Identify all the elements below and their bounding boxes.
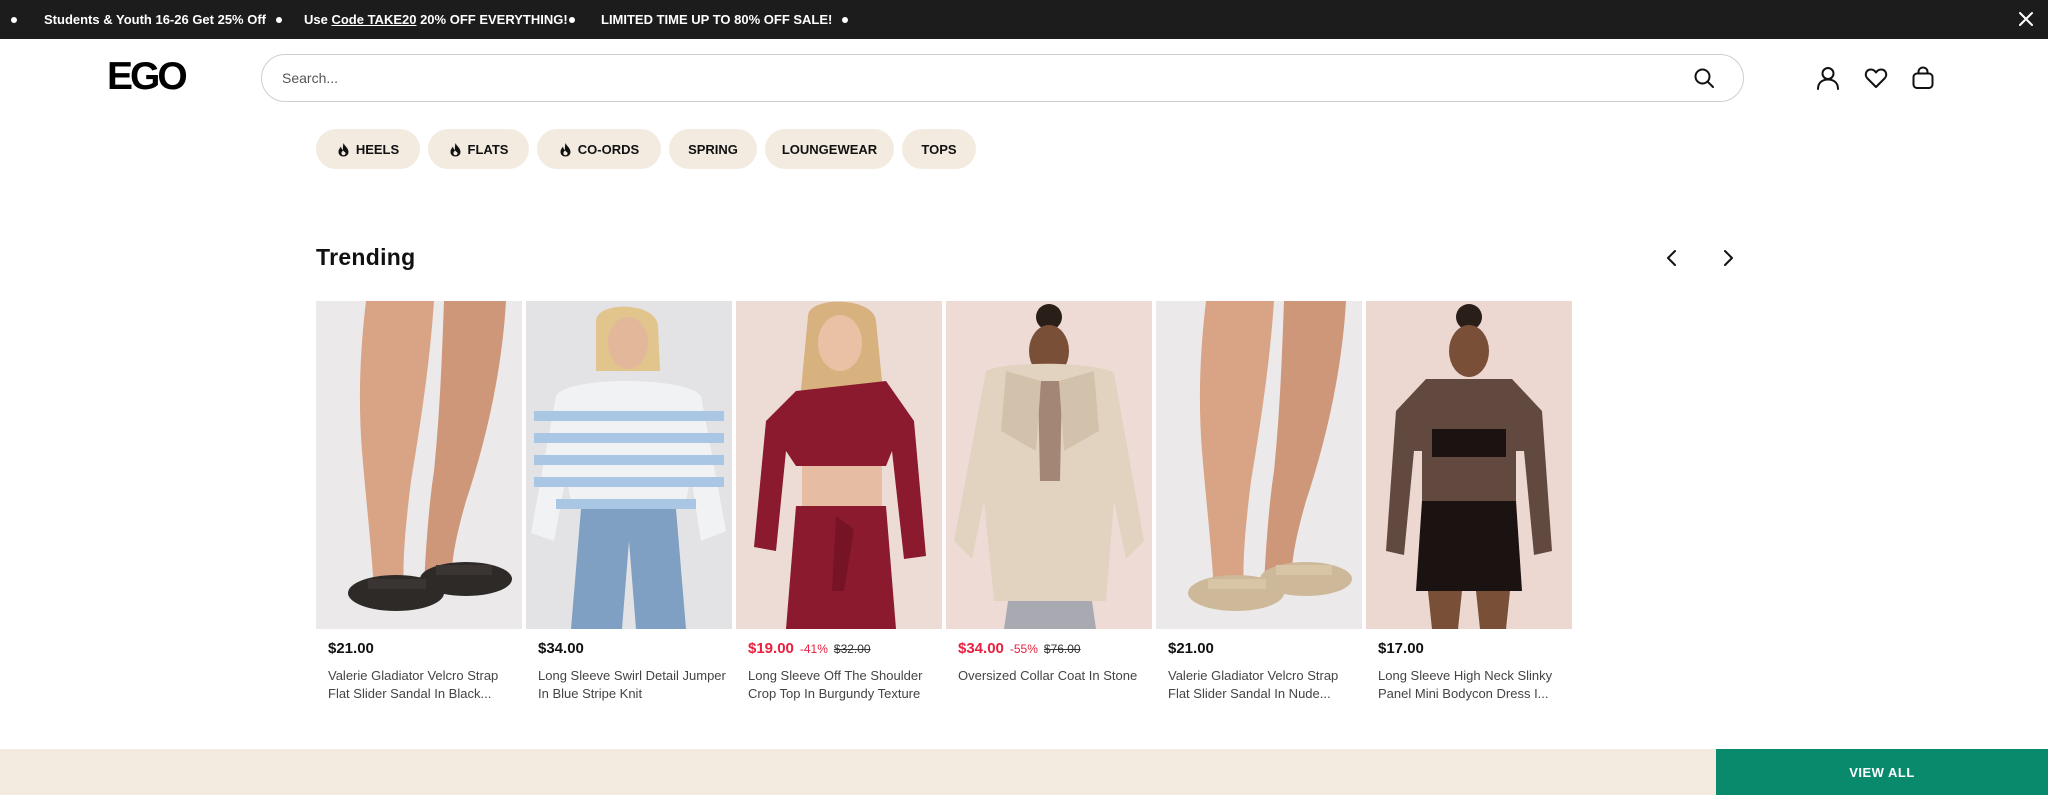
bullet-dot — [569, 17, 575, 23]
product-name[interactable]: Long Sleeve Swirl Detail Jumper In Blue … — [538, 667, 728, 703]
original-price: $76.00 — [1043, 642, 1081, 656]
blue-stripe-jumper-image — [526, 301, 732, 629]
product-card[interactable]: $19.00 -41% $32.00 Long Sleeve Off The S… — [736, 301, 942, 711]
account-icon[interactable] — [1815, 65, 1841, 91]
stone-faux-fur-coat-image — [946, 301, 1152, 629]
announcement-bar: Students & Youth 16-26 Get 25% Off Use C… — [0, 0, 2048, 39]
burgundy-crop-top-image — [736, 301, 942, 629]
view-all-button[interactable]: VIEW ALL — [1716, 749, 2048, 795]
bag-icon[interactable] — [1910, 65, 1936, 91]
product-name[interactable]: Long Sleeve Off The Shoulder Crop Top In… — [748, 667, 938, 703]
section-title-trending: Trending — [316, 244, 416, 270]
flame-icon — [450, 142, 461, 156]
category-pill-tops[interactable]: TOPS — [902, 129, 976, 169]
category-pill-label: HEELS — [355, 141, 400, 157]
flame-icon — [560, 142, 571, 156]
category-pill-label: TOPS — [921, 141, 957, 157]
product-image[interactable] — [526, 301, 732, 629]
category-pill-spring[interactable]: SPRING — [669, 129, 757, 169]
announcement-message[interactable]: Use Code TAKE20 20% OFF EVERYTHING! — [304, 0, 568, 39]
product-price: $34.00 — [538, 640, 584, 657]
product-name[interactable]: Oversized Collar Coat In Stone — [958, 667, 1148, 685]
bullet-dot — [842, 17, 848, 23]
product-card[interactable]: $34.00 Long Sleeve Swirl Detail Jumper I… — [526, 301, 732, 711]
discount-badge: -55% — [1009, 642, 1038, 656]
product-card[interactable]: $21.00 Valerie Gladiator Velcro Strap Fl… — [1156, 301, 1362, 711]
search-input[interactable] — [282, 55, 1662, 101]
category-pill-loungewear[interactable]: LOUNGEWEAR — [765, 129, 894, 169]
bottom-banner-strip — [0, 749, 1716, 795]
promo-code[interactable]: Code TAKE20 — [331, 12, 416, 27]
product-price: $21.00 — [328, 640, 374, 657]
product-card[interactable]: $34.00 -55% $76.00 Oversized Collar Coat… — [946, 301, 1152, 711]
original-price: $32.00 — [833, 642, 871, 656]
bullet-dot — [11, 17, 17, 23]
category-pill-label: SPRING — [688, 141, 738, 157]
black-mesh-bodycon-dress-image — [1366, 301, 1572, 629]
announcement-message[interactable]: Students & Youth 16-26 Get 25% Off — [44, 0, 266, 39]
product-image[interactable] — [1366, 301, 1572, 629]
product-name[interactable]: Valerie Gladiator Velcro Strap Flat Slid… — [1168, 667, 1358, 703]
search-icon[interactable] — [1693, 67, 1715, 89]
product-card[interactable]: $17.00 Long Sleeve High Neck Slinky Pane… — [1366, 301, 1572, 711]
close-icon[interactable] — [2016, 9, 2036, 29]
product-image[interactable] — [736, 301, 942, 629]
category-pill-co-ords[interactable]: CO-ORDS — [537, 129, 661, 169]
announcement-suffix: 20% OFF EVERYTHING! — [416, 12, 568, 27]
category-pill-heels[interactable]: HEELS — [316, 129, 420, 169]
category-pill-label: FLATS — [467, 141, 509, 157]
search-bar[interactable] — [261, 54, 1744, 102]
product-name[interactable]: Valerie Gladiator Velcro Strap Flat Slid… — [328, 667, 518, 703]
chevron-right-icon[interactable] — [1716, 246, 1740, 270]
product-card[interactable]: $21.00 Valerie Gladiator Velcro Strap Fl… — [316, 301, 522, 711]
product-price: $21.00 — [1168, 640, 1214, 657]
product-sale-price: $34.00 — [958, 640, 1004, 657]
category-pill-label: CO-ORDS — [577, 141, 640, 157]
discount-badge: -41% — [799, 642, 828, 656]
nude-slider-sandals-image — [1156, 301, 1362, 629]
product-name[interactable]: Long Sleeve High Neck Slinky Panel Mini … — [1378, 667, 1568, 703]
product-price: $17.00 — [1378, 640, 1424, 657]
product-image[interactable] — [1156, 301, 1362, 629]
bullet-dot — [276, 17, 282, 23]
black-slider-sandals-image — [316, 301, 522, 629]
product-sale-price: $19.00 — [748, 640, 794, 657]
category-pill-flats[interactable]: FLATS — [428, 129, 529, 169]
product-image[interactable] — [946, 301, 1152, 629]
announcement-prefix: Use — [304, 12, 332, 27]
flame-icon — [338, 142, 349, 156]
wishlist-heart-icon[interactable] — [1863, 65, 1889, 91]
announcement-message[interactable]: LIMITED TIME UP TO 80% OFF SALE! — [601, 0, 832, 39]
chevron-left-icon[interactable] — [1660, 246, 1684, 270]
product-image[interactable] — [316, 301, 522, 629]
brand-logo[interactable]: EGO — [107, 56, 199, 98]
category-pill-label: LOUNGEWEAR — [781, 141, 878, 157]
